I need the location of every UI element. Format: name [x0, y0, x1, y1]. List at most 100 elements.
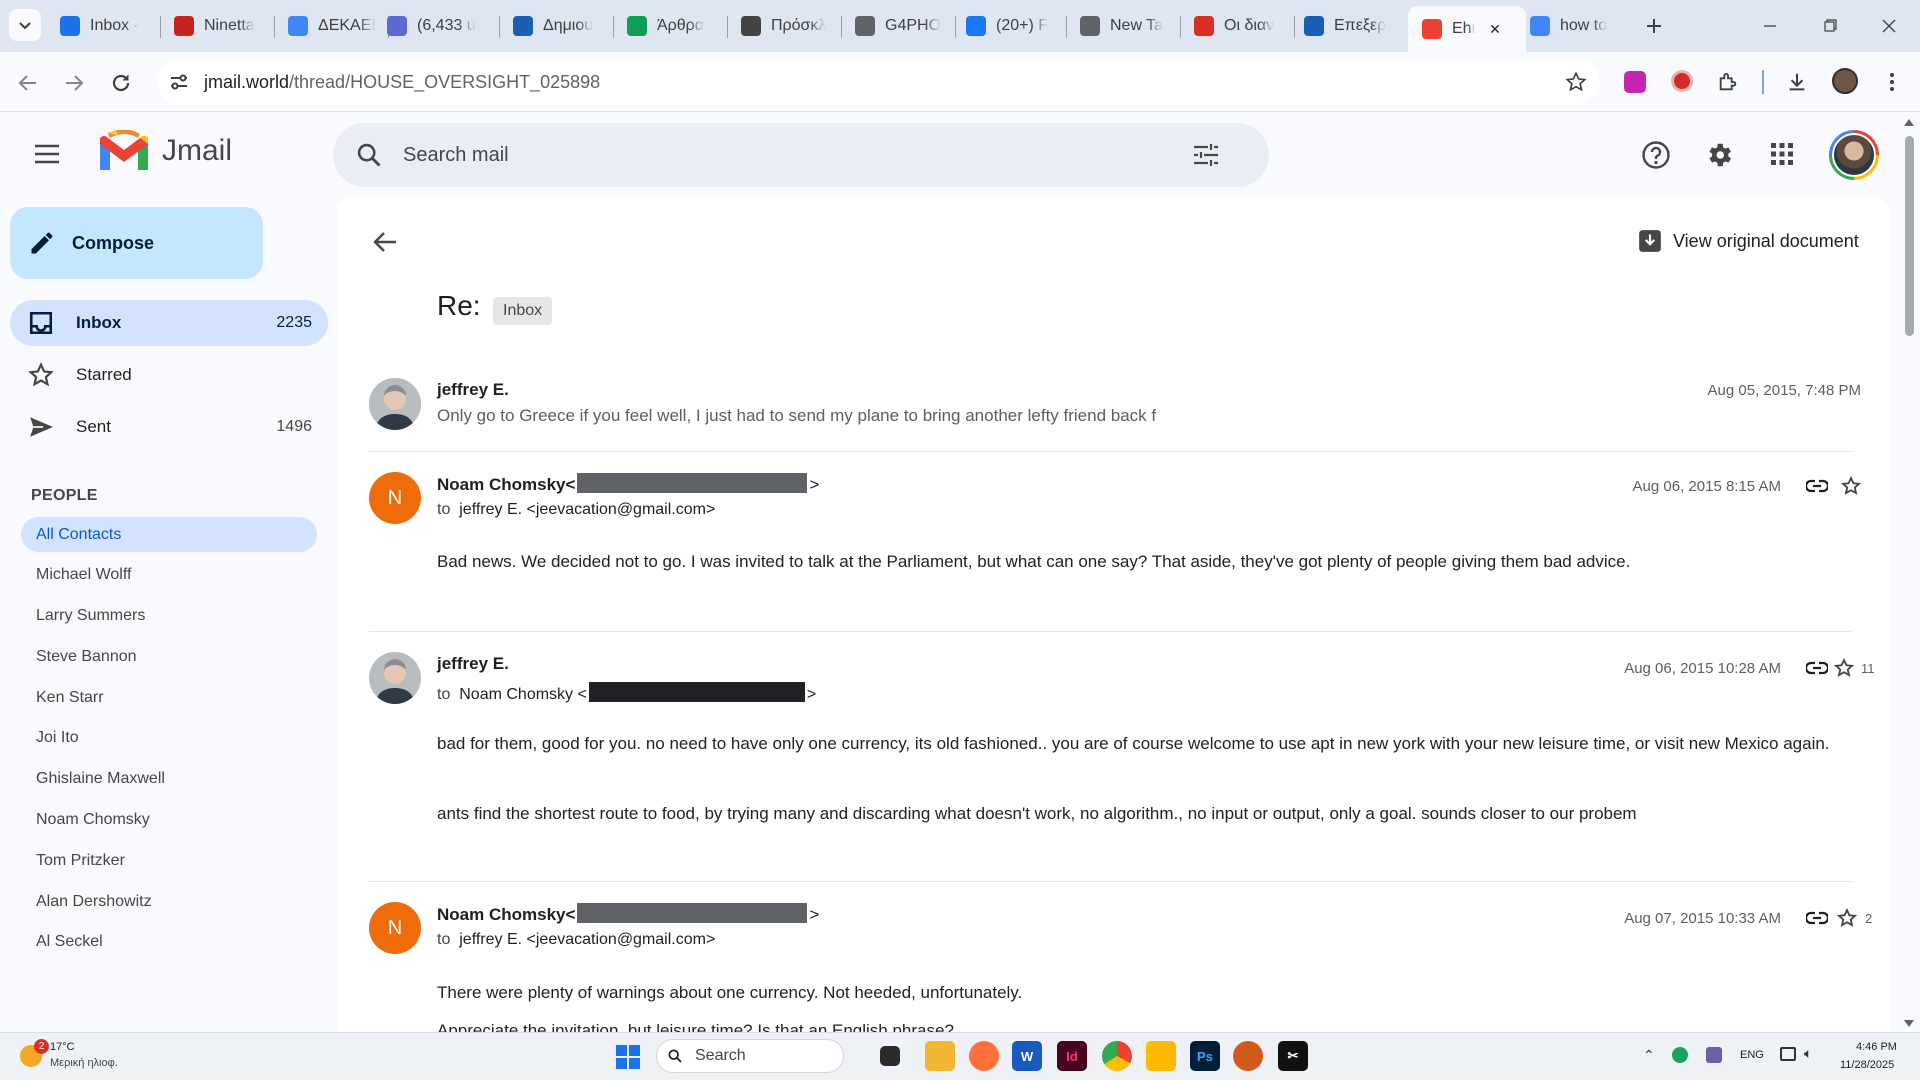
search-bar[interactable]: [333, 123, 1269, 187]
firefox-icon[interactable]: [969, 1041, 999, 1071]
close-tab-icon[interactable]: ✕: [1489, 21, 1501, 38]
nav-inbox[interactable]: Inbox 2235: [10, 300, 328, 346]
search-input[interactable]: [403, 143, 1103, 167]
help-icon[interactable]: [1641, 140, 1671, 170]
main-menu-icon[interactable]: [34, 144, 60, 164]
chrome-menu-icon[interactable]: [1881, 71, 1903, 93]
tab-search-button[interactable]: [9, 9, 41, 41]
tab-active[interactable]: Εhι ✕: [1408, 6, 1526, 52]
archive-box-icon: [1639, 230, 1661, 252]
scrollbar-thumb[interactable]: [1905, 136, 1914, 336]
jmail-logo[interactable]: Jmail: [96, 130, 232, 172]
taskbar-search[interactable]: Search: [656, 1039, 844, 1073]
new-tab-button[interactable]: [1640, 12, 1668, 40]
search-icon[interactable]: [355, 141, 383, 169]
clock-time[interactable]: 4:46 PM: [1856, 1041, 1897, 1053]
divider: [369, 631, 1853, 632]
address-bar[interactable]: jmail.world/thread/HOUSE_OVERSIGHT_02589…: [158, 60, 1600, 104]
view-original-button[interactable]: View original document: [1637, 228, 1859, 254]
page-scrollbar[interactable]: [1902, 116, 1916, 1032]
nav-starred[interactable]: Starred: [10, 352, 328, 398]
browser-tab[interactable]: Επεξερ: [1304, 10, 1392, 42]
nav-starred-label: Starred: [76, 365, 132, 384]
windows-start-icon[interactable]: [616, 1045, 640, 1069]
contact-item[interactable]: Joi Ito: [36, 729, 79, 747]
tray-monitor-icon[interactable]: [1780, 1047, 1796, 1061]
message-1-snippet[interactable]: Only go to Greece if you feel well, I ju…: [437, 406, 1156, 426]
indesign-icon[interactable]: Id: [1057, 1041, 1087, 1071]
browser-tab[interactable]: Πρόσκλ: [741, 10, 829, 42]
minimize-button[interactable]: [1755, 14, 1785, 38]
browser-tab[interactable]: ΔΕΚΑΕΙ: [288, 10, 376, 42]
extensions-puzzle-icon[interactable]: [1717, 71, 1739, 93]
task-view-icon[interactable]: [880, 1046, 900, 1066]
star-toggle-icon[interactable]: [1837, 908, 1857, 928]
file-explorer-icon[interactable]: [925, 1041, 955, 1071]
back-arrow-icon[interactable]: [372, 230, 398, 254]
reload-icon[interactable]: [109, 71, 133, 95]
word-icon[interactable]: W: [1012, 1041, 1042, 1071]
link-icon[interactable]: [1806, 911, 1828, 925]
scroll-up-icon[interactable]: [1904, 118, 1914, 126]
language-indicator[interactable]: ENG: [1740, 1049, 1764, 1061]
tray-volume-icon[interactable]: 🔈︎: [1804, 1045, 1812, 1062]
site-info-icon[interactable]: [168, 71, 190, 93]
chrome-taskbar-icon[interactable]: [1102, 1041, 1132, 1071]
contact-item[interactable]: Noam Chomsky: [36, 811, 150, 829]
contact-item[interactable]: Ken Starr: [36, 689, 104, 707]
contact-item[interactable]: Al Seckel: [36, 933, 103, 951]
restore-button[interactable]: [1815, 14, 1845, 38]
compose-button[interactable]: Compose: [10, 207, 263, 279]
notes-app-icon[interactable]: [1146, 1041, 1176, 1071]
download-icon[interactable]: [1786, 71, 1808, 93]
browser-tab[interactable]: Οι διαν: [1194, 10, 1282, 42]
tray-network-app-icon[interactable]: [1672, 1047, 1688, 1063]
star-toggle-icon[interactable]: [1841, 476, 1861, 496]
clock-date[interactable]: 11/28/2025: [1840, 1059, 1894, 1071]
browser-tab[interactable]: G4PHO: [855, 10, 943, 42]
inbox-label-chip[interactable]: Inbox: [493, 297, 553, 325]
extension-download-icon[interactable]: [1624, 71, 1646, 93]
browser-tab[interactable]: Άρθρα: [627, 10, 715, 42]
tray-chevron-icon[interactable]: ⌃: [1643, 1047, 1655, 1064]
weather-badge: 2: [34, 1039, 49, 1054]
game-app-icon[interactable]: [1233, 1041, 1263, 1071]
star-toggle-icon[interactable]: [1834, 658, 1854, 678]
settings-gear-icon[interactable]: [1704, 140, 1734, 170]
browser-tab[interactable]: Δημιου: [513, 10, 601, 42]
browser-tab[interactable]: New Ta: [1080, 10, 1168, 42]
link-icon[interactable]: [1806, 661, 1828, 675]
link-icon[interactable]: [1806, 479, 1828, 493]
contact-item[interactable]: Michael Wolff: [36, 566, 131, 584]
browser-tab[interactable]: Inbox -: [60, 10, 148, 42]
back-icon[interactable]: [16, 71, 40, 95]
forward-icon[interactable]: [62, 71, 86, 95]
search-options-icon[interactable]: [1193, 143, 1219, 167]
browser-tab[interactable]: how to: [1530, 10, 1626, 42]
profile-avatar[interactable]: [1832, 68, 1858, 94]
weather-widget[interactable]: 2 17°C Μερική ηλιοφ.: [14, 1039, 154, 1075]
photoshop-icon[interactable]: Ps: [1190, 1041, 1220, 1071]
browser-tab[interactable]: (20+) F: [966, 10, 1054, 42]
contact-item[interactable]: Tom Pritzker: [36, 852, 125, 870]
bookmark-star-icon[interactable]: [1565, 71, 1587, 93]
extension-red-icon[interactable]: [1671, 70, 1693, 92]
message-4-sender[interactable]: Noam Chomsky< >: [437, 903, 819, 925]
browser-tab[interactable]: Ninetta: [174, 10, 262, 42]
nav-sent[interactable]: Sent 1496: [10, 404, 328, 450]
tray-teams-icon[interactable]: [1706, 1047, 1722, 1063]
scroll-down-icon[interactable]: [1904, 1020, 1914, 1028]
close-window-button[interactable]: [1874, 14, 1904, 38]
account-avatar[interactable]: [1829, 130, 1879, 180]
apps-grid-icon[interactable]: [1770, 142, 1794, 166]
message-2-sender[interactable]: Noam Chomsky< >: [437, 473, 819, 495]
contact-item[interactable]: Steve Bannon: [36, 648, 137, 666]
capcut-icon[interactable]: ✂: [1278, 1041, 1308, 1071]
message-3-sender[interactable]: jeffrey E.: [437, 654, 509, 674]
contact-all[interactable]: All Contacts: [36, 526, 121, 544]
browser-tab[interactable]: (6,433 u: [387, 10, 487, 42]
contact-item[interactable]: Larry Summers: [36, 607, 145, 625]
message-1-sender[interactable]: jeffrey E.: [437, 380, 509, 400]
contact-item[interactable]: Alan Dershowitz: [36, 893, 152, 911]
contact-item[interactable]: Ghislaine Maxwell: [36, 770, 165, 788]
